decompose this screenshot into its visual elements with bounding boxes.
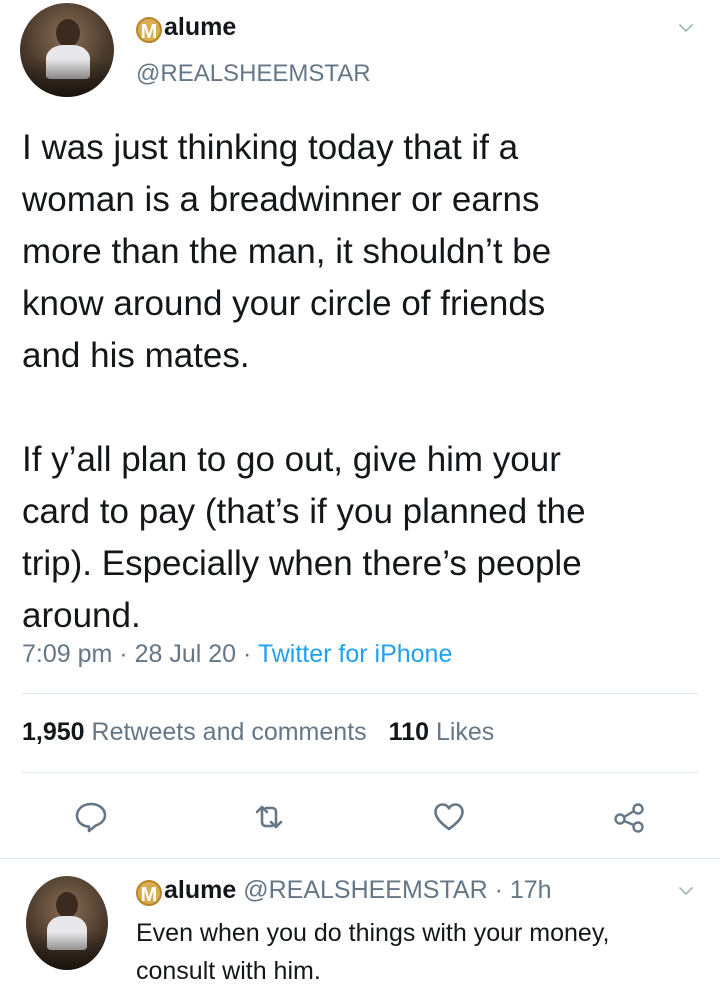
retweets-label: Retweets and comments — [91, 718, 367, 746]
meta-separator: · — [494, 876, 503, 904]
tweet-paragraph: I was just thinking today that if a woma… — [22, 128, 552, 375]
likes-count: 110 — [388, 718, 429, 746]
reply-display-name-text: alume — [164, 876, 237, 904]
display-name-text: alume — [164, 13, 237, 41]
chevron-down-icon[interactable] — [678, 883, 694, 899]
user-handle[interactable]: @REALSHEEMSTAR — [136, 60, 371, 88]
tweet-meta: 7:09 pm · 28 Jul 20 · Twitter for iPhone — [22, 640, 452, 669]
tweet-text: I was just thinking today that if a woma… — [22, 122, 702, 642]
reply-handle[interactable]: @REALSHEEMSTAR — [243, 876, 487, 904]
speech-bubble-icon[interactable] — [74, 800, 108, 834]
main-tweet: Malume @REALSHEEMSTAR I was just thinkin… — [0, 0, 720, 860]
reply-display-name[interactable]: Malume — [136, 876, 237, 906]
chevron-down-icon[interactable] — [678, 20, 694, 36]
heart-icon[interactable] — [432, 800, 466, 834]
reply-avatar[interactable] — [26, 876, 108, 970]
divider — [0, 858, 720, 859]
meta-separator: · — [243, 640, 252, 668]
retweets-stat[interactable]: 1,950 Retweets and comments — [22, 718, 367, 746]
divider — [22, 693, 698, 694]
reply-header: Malume @REALSHEEMSTAR · 17h — [136, 876, 552, 906]
tweet-source-link[interactable]: Twitter for iPhone — [258, 640, 453, 668]
retweet-icon[interactable] — [252, 800, 286, 834]
tweet-time: 7:09 pm — [22, 640, 113, 668]
avatar[interactable] — [20, 3, 114, 97]
retweets-count: 1,950 — [22, 718, 85, 746]
name-badge: M — [136, 880, 162, 906]
likes-label: Likes — [435, 718, 495, 746]
share-icon[interactable] — [612, 800, 646, 834]
name-badge: M — [136, 17, 162, 43]
reply-text: Even when you do things with your money,… — [136, 919, 610, 985]
divider — [22, 772, 698, 773]
tweet-paragraph: If y’all plan to go out, give him your c… — [22, 440, 586, 635]
reply-age: 17h — [509, 876, 552, 904]
tweet-date: 28 Jul 20 — [134, 640, 237, 668]
meta-separator: · — [119, 640, 128, 668]
likes-stat[interactable]: 110 Likes — [389, 718, 495, 746]
display-name[interactable]: Malume — [136, 13, 236, 43]
tweet-stats: 1,950 Retweets and comments 110 Likes — [22, 718, 494, 747]
